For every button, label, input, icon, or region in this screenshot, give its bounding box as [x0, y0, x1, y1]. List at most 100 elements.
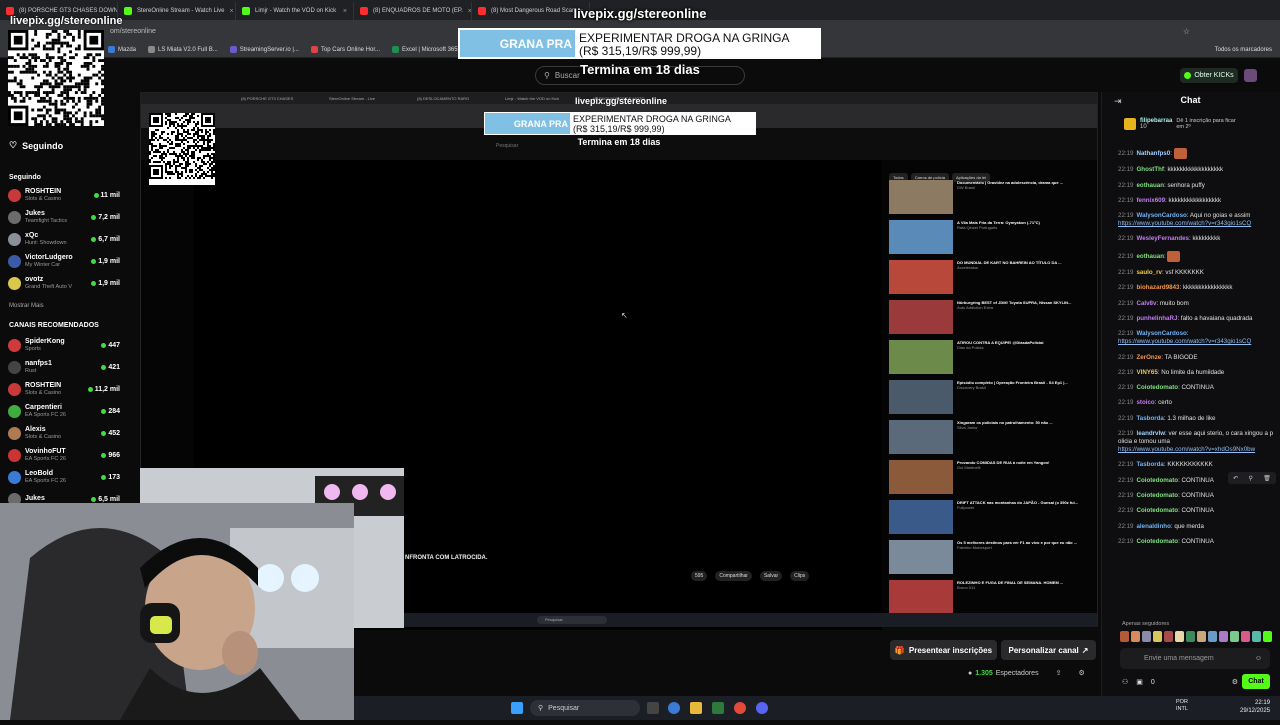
chat-message: 22:19 fennix609: kkkkkkkkkkkkkkkkk	[1118, 197, 1274, 205]
share-icon[interactable]: ⇪	[1056, 669, 1062, 677]
store-icon[interactable]	[712, 702, 724, 714]
message-user[interactable]: Nathanfps0	[1136, 150, 1170, 157]
following-channel[interactable]: ROSHTEIN Slots & Casino 11 mil	[8, 184, 120, 206]
emote-icon[interactable]	[1252, 631, 1261, 642]
delete-icon[interactable]: 🗑	[1263, 475, 1271, 482]
browser-tab[interactable]: StereOnline Stream - Watch Live ×	[118, 2, 236, 20]
message-user[interactable]: GhostThf	[1136, 166, 1164, 173]
language-indicator[interactable]: POR INTL	[1176, 699, 1188, 713]
message-user[interactable]: Tasborda	[1136, 415, 1163, 422]
bookmark-item[interactable]: Top Cars Online Hor...	[310, 46, 380, 53]
emote-icon[interactable]	[1230, 631, 1239, 642]
bookmark-item[interactable]: LS Miata V2.0 Full B...	[148, 46, 218, 53]
following-channel[interactable]: ovotz Grand Theft Auto V 1,9 mil	[8, 272, 120, 294]
viewer-count: ● 1.305 Espectadores ⇪ ⚙	[968, 669, 1085, 678]
chat-send-button[interactable]: Chat	[1242, 674, 1270, 689]
emote-icon[interactable]	[1131, 631, 1140, 642]
emote-icon[interactable]	[1219, 631, 1228, 642]
chat-input[interactable]: Envie uma mensagem ☺	[1120, 648, 1270, 669]
message-user[interactable]: WesleyFernandes	[1136, 235, 1189, 242]
people-icon[interactable]: ⚇	[1122, 678, 1128, 686]
message-user[interactable]: biohazard9843	[1136, 284, 1179, 291]
emote-icon[interactable]	[1197, 631, 1206, 642]
presentear-button[interactable]: 🎁 Presentear inscrições	[890, 640, 997, 660]
edge-icon[interactable]	[668, 702, 680, 714]
bookmark-item[interactable]: StreamingServer.io |...	[229, 46, 299, 53]
message-user[interactable]: ZerOnze	[1136, 354, 1161, 361]
star-icon[interactable]: ☆	[1183, 27, 1190, 36]
recommended-channel[interactable]: SpiderKong Sports 447	[8, 334, 120, 356]
emote-icon[interactable]	[1263, 631, 1272, 642]
message-user[interactable]: VINY65	[1136, 369, 1157, 376]
chrome-icon[interactable]	[734, 702, 746, 714]
file-explorer-icon[interactable]	[690, 702, 702, 714]
message-user[interactable]: punhelinhaRJ	[1136, 315, 1177, 322]
emote-icon[interactable]	[1120, 631, 1129, 642]
emote-icon[interactable]	[1186, 631, 1195, 642]
message-user[interactable]: Coiotedomato	[1136, 477, 1178, 484]
banner-text: EXPERIMENTAR DROGA NA GRINGA (R$ 315,19/…	[575, 30, 819, 58]
following-channel[interactable]: VictorLudgero My Winter Car 1,9 mil	[8, 250, 120, 272]
bookmark-item[interactable]: Excel | Microsoft 365	[392, 46, 458, 53]
nav-seguindo[interactable]: ♡ Seguindo	[9, 140, 63, 151]
message-user[interactable]: leandrvlw	[1136, 430, 1165, 437]
obter-kicks-button[interactable]: Obter KICKs	[1180, 68, 1238, 83]
emote-icon[interactable]	[1208, 631, 1217, 642]
settings-icon[interactable]: ⚙	[1078, 669, 1084, 677]
tab-close-icon[interactable]: ×	[343, 8, 347, 15]
message-user[interactable]: saulo_rv	[1136, 269, 1161, 276]
lang-line2: INTL	[1176, 706, 1188, 712]
browser-tab[interactable]: Limjr - Watch the VOD on Kick ×	[236, 2, 354, 20]
pinned-gifter[interactable]: filipebarraa 10 Dê 1 inscrição para fica…	[1124, 118, 1272, 146]
recommended-channel[interactable]: VovinhoFUT EA Sports FC 26 966	[8, 444, 120, 466]
message-user[interactable]: Calv8v	[1136, 300, 1156, 307]
message-text: que merda	[1174, 522, 1204, 530]
chat-settings-icon[interactable]: ⚙	[1232, 678, 1238, 686]
discord-icon[interactable]	[756, 702, 768, 714]
message-user[interactable]: stoico	[1136, 399, 1154, 406]
chat-input-placeholder: Envie uma mensagem	[1144, 655, 1214, 662]
emote-icon[interactable]	[1175, 631, 1184, 642]
recommended-channel[interactable]: Carpentieri EA Sports FC 26 284	[8, 400, 120, 422]
message-user[interactable]: Coiotedomato	[1136, 538, 1178, 545]
pin-icon[interactable]: ⚲	[1249, 475, 1253, 482]
windows-start-icon[interactable]	[511, 702, 523, 714]
task-view-icon[interactable]	[647, 702, 659, 714]
reply-icon[interactable]: ↶	[1233, 475, 1238, 482]
nested-rec-channel: Rafa Qinzel Português	[957, 225, 998, 230]
emote-icon[interactable]	[1142, 631, 1151, 642]
nested-rec-text: DO MUNDIAL DE KART NO BAHREIN AO TÍTULO …	[957, 260, 1062, 296]
emoji-icon[interactable]: ☺	[1255, 655, 1262, 662]
recommended-channel[interactable]: Alexis Slots & Casino 452	[8, 422, 120, 444]
all-bookmarks-link[interactable]: Todos os marcadores	[1215, 47, 1272, 53]
message-user[interactable]: Tasborda	[1136, 461, 1163, 468]
mostrar-mais-link[interactable]: Mostrar Mais	[9, 303, 44, 309]
message-user[interactable]: Coiotedomato	[1136, 492, 1178, 499]
taskbar-search[interactable]: ⚲ Pesquisar	[530, 700, 640, 716]
message-user[interactable]: WalysonCardoso	[1136, 330, 1186, 337]
browser-tab[interactable]: (8) ENQUADROS DE MOTO (EP. ×	[354, 2, 472, 20]
message-user[interactable]: eothauan	[1136, 182, 1164, 189]
following-channel[interactable]: Jukes Teamfight Tactics 7,2 mil	[8, 206, 120, 228]
system-clock[interactable]: 22:19 29/12/2025	[1240, 699, 1270, 715]
message-user[interactable]: eothauan	[1136, 253, 1164, 260]
message-user[interactable]: alenaldinho	[1136, 523, 1170, 530]
emote-icon[interactable]	[1164, 631, 1173, 642]
user-avatar[interactable]	[1244, 69, 1257, 82]
personalizar-button[interactable]: Personalizar canal ↗	[1001, 640, 1096, 660]
message-user[interactable]: Coiotedomato	[1136, 384, 1178, 391]
message-link[interactable]: https://www.youtube.com/watch?v=r343gio1…	[1118, 220, 1251, 227]
message-link[interactable]: https://www.youtube.com/watch?v=r343gio1…	[1118, 338, 1251, 345]
message-user[interactable]: WalysonCardoso	[1136, 212, 1186, 219]
recommended-channel[interactable]: nanfps1 Rust 421	[8, 356, 120, 378]
message-link[interactable]: https://www.youtube.com/watch?v=xhdOs9Nx…	[1118, 446, 1255, 453]
bookmark-item[interactable]: Mazda	[108, 46, 136, 53]
emote-icon[interactable]	[1153, 631, 1162, 642]
message-user[interactable]: fennix609	[1136, 197, 1165, 204]
emote-icon[interactable]	[1241, 631, 1250, 642]
tab-close-icon[interactable]: ×	[229, 8, 233, 15]
message-user[interactable]: Coiotedomato	[1136, 507, 1178, 514]
recommended-channel[interactable]: ROSHTEIN Slots & Casino 11,2 mil	[8, 378, 120, 400]
following-channel[interactable]: xQc Hunt: Showdown 6,7 mil	[8, 228, 120, 250]
chat-message: 22:19 stoico: certo	[1118, 399, 1274, 407]
